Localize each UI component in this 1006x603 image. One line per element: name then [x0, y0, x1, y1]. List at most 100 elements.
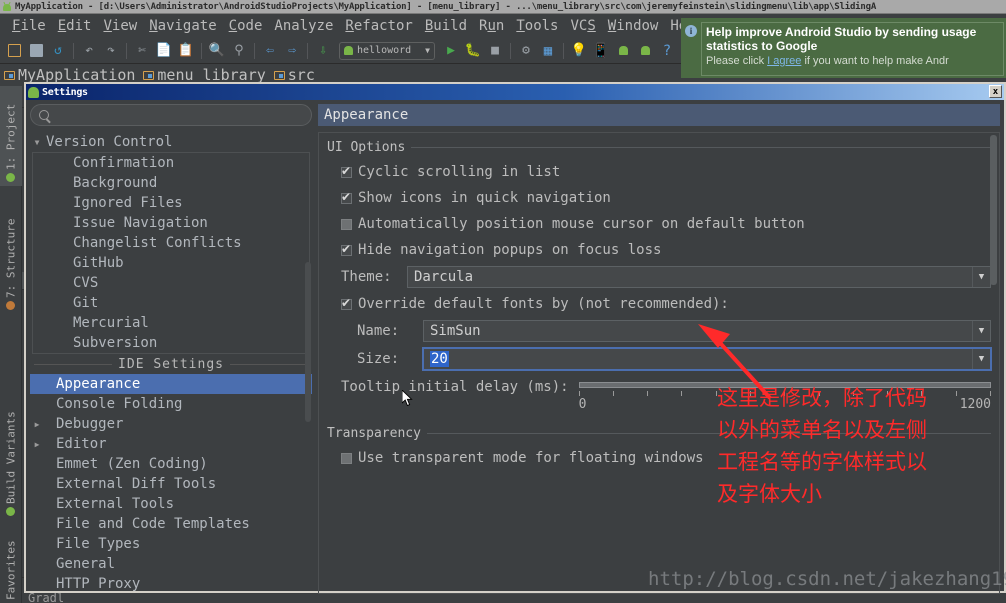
sidebar-item-structure[interactable]: 7: Structure — [0, 196, 22, 314]
tree-scrollbar[interactable] — [305, 262, 311, 422]
checkbox-cyclic-scrolling[interactable]: Cyclic scrolling in list — [327, 159, 991, 185]
sidebar-item-build-variants[interactable]: Build Variants — [0, 398, 22, 520]
checkbox-show-icons-quick-nav[interactable]: Show icons in quick navigation — [327, 185, 991, 211]
run-icon[interactable]: ▶ — [441, 41, 461, 61]
checkbox-hide-nav-popups[interactable]: Hide navigation popups on focus loss — [327, 237, 991, 263]
android-virtual-icon[interactable] — [635, 41, 655, 61]
avd-manager-icon[interactable]: ▦ — [538, 41, 558, 61]
tree-item-git[interactable]: Git — [33, 293, 309, 313]
tree-item-emmet[interactable]: Emmet (Zen Coding) — [30, 454, 312, 474]
checkbox-transparent-mode[interactable]: Use transparent mode for floating window… — [327, 445, 991, 471]
chevron-down-icon: ▼ — [972, 321, 990, 341]
tree-item-cvs[interactable]: CVS — [33, 273, 309, 293]
settings-tree[interactable]: ▼ Version Control Confirmation Backgroun… — [30, 132, 312, 594]
tree-item-mercurial[interactable]: Mercurial — [33, 313, 309, 333]
help-icon[interactable]: ? — [657, 41, 677, 61]
checkbox-auto-position-cursor[interactable]: Automatically position mouse cursor on d… — [327, 211, 991, 237]
settings-detail-column: Appearance UI Options Cyclic scrolling i… — [318, 104, 1000, 594]
tree-item-issue-navigation[interactable]: Issue Navigation — [33, 213, 309, 233]
screen-root: MyApplication - [d:\Users\Administrator\… — [0, 0, 1006, 603]
tree-item-changelist-conflicts[interactable]: Changelist Conflicts — [33, 233, 309, 253]
android-icon — [28, 86, 39, 98]
sidebar-item-project[interactable]: 1: Project — [0, 86, 22, 186]
menu-item-window[interactable]: Window — [602, 18, 665, 34]
gradle-sync-icon[interactable]: 💡 — [569, 41, 589, 61]
checkbox-label: Use transparent mode for floating window… — [358, 450, 704, 466]
tree-item-file-and-code-templates[interactable]: File and Code Templates — [30, 514, 312, 534]
font-size-select[interactable]: 20 ▼ — [422, 347, 992, 371]
tree-item-external-diff-tools[interactable]: External Diff Tools — [30, 474, 312, 494]
android-device-icon[interactable] — [613, 41, 633, 61]
menu-item-code[interactable]: Code — [223, 18, 269, 34]
tooltip-delay-slider[interactable]: 0 1200 — [578, 379, 991, 415]
menu-item-edit[interactable]: Edit — [52, 18, 98, 34]
tree-item-github[interactable]: GitHub — [33, 253, 309, 273]
settings-search-box[interactable] — [30, 104, 312, 126]
close-icon[interactable]: x — [989, 85, 1002, 98]
tree-item-editor[interactable]: ▶ Editor — [30, 434, 312, 454]
tree-item-label: HTTP Proxy — [56, 576, 141, 592]
forward-icon[interactable]: ⇨ — [282, 41, 302, 61]
tree-item-general[interactable]: General — [30, 554, 312, 574]
replace-icon[interactable]: ⚲ — [229, 41, 249, 61]
tree-item-label: File Types — [56, 536, 141, 552]
checkbox-override-fonts[interactable]: Override default fonts by (not recommend… — [327, 291, 991, 317]
find-icon[interactable]: 🔍 — [207, 41, 227, 61]
tree-item-ignored-files[interactable]: Ignored Files — [33, 193, 309, 213]
run-configuration-selector[interactable]: helloword ▼ — [339, 41, 435, 60]
menu-item-tools[interactable]: Tools — [510, 18, 564, 34]
paste-icon[interactable]: 📋 — [176, 41, 196, 61]
tree-item-debugger[interactable]: ▶ Debugger — [30, 414, 312, 434]
checkbox-icon — [341, 164, 352, 178]
tree-item-external-tools[interactable]: External Tools — [30, 494, 312, 514]
i-agree-link[interactable]: I agree — [767, 55, 801, 67]
tree-item-subversion[interactable]: Subversion — [33, 333, 309, 353]
tree-item-label: Git — [73, 295, 99, 311]
theme-label: Theme: — [341, 269, 392, 285]
pane-title: Appearance — [318, 104, 1000, 126]
menu-item-vcs[interactable]: VCS — [564, 18, 601, 34]
tree-item-label: Emmet (Zen Coding) — [56, 456, 208, 472]
font-name-select[interactable]: SimSun ▼ — [423, 320, 991, 342]
save-all-icon[interactable] — [26, 41, 46, 61]
notification-body: Help improve Android Studio by sending u… — [701, 22, 1004, 76]
menu-item-refactor[interactable]: Refactor — [339, 18, 418, 34]
settings-dialog-titlebar[interactable]: Settings x — [26, 84, 1004, 100]
sdk-manager-icon[interactable]: ⚙ — [516, 41, 536, 61]
menu-item-file[interactable]: File — [6, 18, 52, 34]
sidebar-item-favorites[interactable]: Favorites — [0, 526, 22, 603]
menu-item-analyze[interactable]: Analyze — [268, 18, 339, 34]
menu-item-run[interactable]: Run — [473, 18, 510, 34]
redo-icon[interactable]: ↷ — [101, 41, 121, 61]
tree-item-http-proxy[interactable]: HTTP Proxy — [30, 574, 312, 594]
undo-icon[interactable]: ↶ — [79, 41, 99, 61]
sort-icon[interactable]: ⇩ — [313, 41, 333, 61]
debug-icon[interactable]: 🐛 — [463, 41, 483, 61]
tree-item-background[interactable]: Background — [33, 173, 309, 193]
tree-item-label: File and Code Templates — [56, 516, 250, 532]
tree-item-version-control[interactable]: ▼ Version Control — [30, 132, 312, 152]
checkbox-icon — [341, 190, 352, 204]
theme-value: Darcula — [414, 269, 474, 285]
copy-icon[interactable]: 📄 — [154, 41, 174, 61]
usage-statistics-notification[interactable]: i Help improve Android Studio by sending… — [681, 18, 1006, 78]
tree-item-label: Debugger — [56, 416, 124, 432]
device-monitor-icon[interactable]: 📱 — [591, 41, 611, 61]
tree-item-label: CVS — [73, 275, 99, 291]
attach-debugger-icon[interactable]: ■ — [485, 41, 505, 61]
tree-item-console-folding[interactable]: Console Folding — [30, 394, 312, 414]
chevron-right-icon: ▶ — [34, 439, 40, 449]
menu-item-build[interactable]: Build — [419, 18, 473, 34]
sync-icon[interactable]: ↺ — [48, 41, 68, 61]
cut-icon[interactable]: ✄ — [132, 41, 152, 61]
open-folder-icon[interactable] — [4, 41, 24, 61]
menu-item-view[interactable]: View — [97, 18, 143, 34]
menu-item-navigate[interactable]: Navigate — [143, 18, 222, 34]
back-icon[interactable]: ⇦ — [260, 41, 280, 61]
tree-item-file-types[interactable]: File Types — [30, 534, 312, 554]
tree-item-appearance[interactable]: Appearance — [30, 374, 312, 394]
search-input[interactable] — [54, 108, 303, 122]
tree-item-confirmation[interactable]: Confirmation — [33, 153, 309, 173]
theme-select[interactable]: Darcula ▼ — [407, 266, 991, 288]
pane-scrollbar[interactable] — [990, 135, 997, 285]
